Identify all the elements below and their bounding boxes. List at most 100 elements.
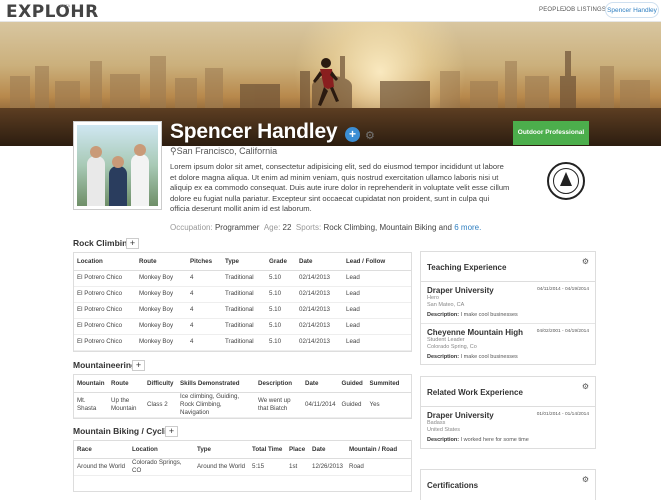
column-header: Summited [366, 375, 411, 393]
experience-item[interactable]: Draper University 04/11/2014 - 04/19/2014… [421, 282, 595, 323]
column-header: Guided [338, 375, 367, 393]
location-text: San Francisco, California [176, 146, 278, 156]
table-cell: El Potrero Chico [74, 270, 136, 287]
table-cell: 5.10 [266, 318, 296, 335]
table-cell: 5:15 [249, 458, 286, 476]
column-header: Location [129, 441, 194, 459]
add-rock-climbing-button[interactable]: + [126, 238, 139, 249]
column-header: Race [74, 441, 129, 459]
occupation-label: Occupation: [170, 223, 213, 232]
table-cell: Traditional [222, 334, 266, 351]
table-header-row: Location Route Pitches Type Grade Date Lead / … [74, 253, 411, 271]
mountain-biking-title: Mountain Biking / Cycling [73, 426, 177, 436]
table-header-row: Race Location Type Total Time Place Date Mount… [74, 441, 411, 459]
mountaineering-title: Mountaineering [73, 360, 137, 370]
rock-climbing-title: Rock Climbing [73, 238, 133, 248]
table-header-row: Mountain Route Difficulty Skills Demonstrat… [74, 375, 411, 393]
experience-date-range: 04/11/2014 - 04/19/2014 [537, 287, 589, 292]
teaching-experience-title: Teaching Experience [427, 263, 507, 272]
column-header: Date [309, 441, 346, 459]
column-header: Difficulty [144, 375, 177, 393]
description-text: I make cool businesses [460, 312, 518, 318]
nav-people-link[interactable]: PEOPLE [539, 7, 564, 13]
table-cell: Lead [343, 302, 411, 319]
runner-silhouette [313, 58, 339, 106]
table-cell: 5.10 [266, 270, 296, 287]
table-cell: 04/11/2014 [302, 392, 339, 418]
table-cell: 4 [187, 334, 222, 351]
profile-bio: Lorem ipsum dolor sit amet, consectetur … [170, 162, 510, 214]
experience-place: San Mateo, CA [427, 302, 465, 308]
table-cell: Yes [366, 392, 411, 418]
table-row[interactable]: Around the World Colorado Springs, CO Arou… [74, 458, 411, 476]
table-cell: Lead [343, 334, 411, 351]
column-header: Place [286, 441, 309, 459]
table-cell: Monkey Boy [136, 334, 187, 351]
column-header: Type [194, 441, 249, 459]
table-row[interactable]: El Potrero Chico Monkey Boy 4 Traditional 5.… [74, 302, 411, 319]
table-row[interactable]: El Potrero Chico Monkey Boy 4 Traditional 5.… [74, 286, 411, 303]
table-cell: Traditional [222, 318, 266, 335]
experience-item[interactable]: Cheyenne Mountain High 04/02/2001 - 04/19… [421, 323, 595, 364]
table-cell: 4 [187, 318, 222, 335]
follow-plus-button[interactable]: + [345, 127, 360, 142]
table-row[interactable]: Mt. Shasta Up the Mountain Class 2 Ice clim… [74, 392, 411, 418]
table-cell: 02/14/2013 [296, 270, 343, 287]
table-cell: Traditional [222, 286, 266, 303]
work-settings-gear-icon[interactable]: ⚙ [582, 382, 589, 391]
logo[interactable]: EXPLOHR [6, 2, 99, 22]
table-cell: Lead [343, 286, 411, 303]
table-cell: 1st [286, 458, 309, 476]
table-row[interactable]: El Potrero Chico Monkey Boy 4 Traditional 5.… [74, 334, 411, 351]
sports-label: Sports: [295, 223, 322, 232]
column-header: Route [108, 375, 144, 393]
table-cell: 5.10 [266, 286, 296, 303]
table-cell: Mt. Shasta [74, 392, 108, 418]
column-header: Date [296, 253, 343, 271]
user-menu-button[interactable]: Spencer Handley [605, 2, 659, 18]
column-header: Route [136, 253, 187, 271]
experience-role: Badass [427, 420, 446, 426]
table-cell: El Potrero Chico [74, 318, 136, 335]
table-cell: 4 [187, 286, 222, 303]
table-cell: 02/14/2013 [296, 286, 343, 303]
table-row[interactable]: El Potrero Chico Monkey Boy 4 Traditional 5.… [74, 318, 411, 335]
work-experience-title: Related Work Experience [427, 388, 523, 397]
experience-role: Student Leader [427, 337, 465, 343]
profile-settings-gear-icon[interactable]: ⚙ [365, 129, 375, 142]
nav-job-listings-link[interactable]: JOB LISTINGS [563, 7, 606, 13]
sports-more-link[interactable]: 6 more. [454, 223, 481, 232]
profile-photo [73, 121, 162, 210]
map-pin-icon: ⚲ [170, 146, 177, 156]
table-cell: 4 [187, 302, 222, 319]
experience-item[interactable]: Draper University 01/01/2014 - 01/14/2014… [421, 407, 595, 448]
experience-place: Colorado Spring, Co [427, 344, 477, 350]
column-header: Total Time [249, 441, 286, 459]
table-cell: El Potrero Chico [74, 286, 136, 303]
table-cell: Up the Mountain [108, 392, 144, 418]
description-label: Description: [427, 312, 460, 318]
description-label: Description: [427, 354, 460, 360]
age-value: 22 [282, 223, 292, 232]
column-header: Mountain / Road [346, 441, 411, 459]
column-header: Lead / Follow [343, 253, 411, 271]
experience-description: Description: I make cool businesses [427, 312, 589, 318]
profile-meta: Occupation: Programmer Age: 22 Sports: R… [170, 223, 481, 232]
column-header: Date [302, 375, 339, 393]
table-cell: 5.10 [266, 302, 296, 319]
column-header: Description [255, 375, 302, 393]
logo-beta-tag: BETA [60, 3, 71, 8]
add-mountaineering-button[interactable]: + [132, 360, 145, 371]
certifications-panel: Certifications ⚙ [420, 469, 596, 500]
table-row[interactable]: El Potrero Chico Monkey Boy 4 Traditional 5.… [74, 270, 411, 287]
table-cell: Around the World [74, 458, 129, 476]
certifications-settings-gear-icon[interactable]: ⚙ [582, 475, 589, 484]
teaching-settings-gear-icon[interactable]: ⚙ [582, 257, 589, 266]
experience-date-range: 04/02/2001 - 04/19/2014 [536, 329, 589, 334]
column-header: Skills Demonstrated [177, 375, 255, 393]
top-nav: EXPLOHR BETA PEOPLE JOB LISTINGS Spencer… [0, 0, 661, 22]
profile-location: ⚲San Francisco, California [170, 146, 277, 157]
add-mountain-biking-button[interactable]: + [165, 426, 178, 437]
table-cell: We went up that Biatch [255, 392, 302, 418]
table-cell: 5.10 [266, 334, 296, 351]
